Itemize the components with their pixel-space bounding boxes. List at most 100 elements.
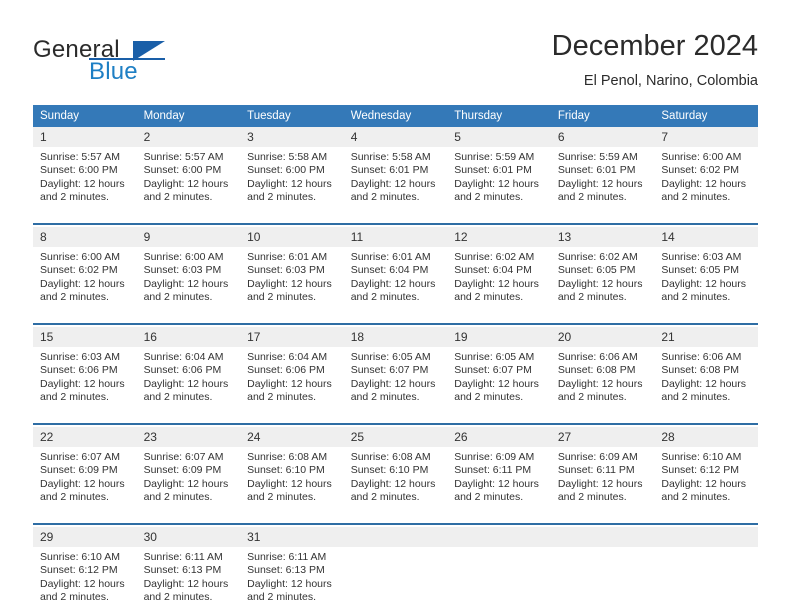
day-daylight1-text: Daylight: 12 hours [350, 177, 436, 190]
day-daylight1-text: Daylight: 12 hours [454, 477, 539, 490]
day-cell[interactable]: Sunrise: 6:00 AM Sunset: 6:02 PM Daylight:… [654, 147, 758, 213]
day-number-empty [447, 527, 551, 547]
day-daylight1-text: Daylight: 12 hours [143, 577, 229, 590]
day-number[interactable]: 26 [447, 427, 551, 447]
day-cell-empty [447, 547, 551, 613]
day-daylight1-text: Daylight: 12 hours [143, 277, 229, 290]
day-number[interactable]: 10 [240, 227, 344, 247]
calendar-page: General Blue December 2024 El Penol, Nar… [0, 0, 792, 613]
day-number[interactable]: 23 [136, 427, 241, 447]
day-cell[interactable]: Sunrise: 6:08 AM Sunset: 6:10 PM Daylight:… [343, 447, 448, 513]
day-cell[interactable]: Sunrise: 6:05 AM Sunset: 6:07 PM Daylight:… [343, 347, 448, 413]
day-daylight2-text: and 2 minutes. [557, 291, 627, 304]
day-daylight1-text: Daylight: 12 hours [557, 377, 643, 390]
day-number[interactable]: 13 [550, 227, 655, 247]
day-cell[interactable]: Sunrise: 6:03 AM Sunset: 6:06 PM Daylight:… [33, 347, 137, 413]
day-cell[interactable]: Sunrise: 6:11 AM Sunset: 6:13 PM Daylight:… [136, 547, 241, 613]
day-number[interactable]: 21 [654, 327, 758, 347]
day-daylight1-text: Daylight: 12 hours [661, 377, 747, 390]
day-sunrise-text: Sunrise: 5:59 AM [557, 151, 638, 163]
day-cell-empty [550, 547, 655, 613]
day-cell[interactable]: Sunrise: 6:09 AM Sunset: 6:11 PM Daylight:… [447, 447, 551, 513]
day-detail-row: Sunrise: 6:10 AM Sunset: 6:12 PM Daylight:… [33, 547, 758, 613]
week-gap-cell [447, 513, 551, 524]
day-number[interactable]: 20 [550, 327, 655, 347]
day-cell[interactable]: Sunrise: 5:59 AM Sunset: 6:01 PM Daylight:… [550, 147, 655, 213]
day-cell[interactable]: Sunrise: 6:01 AM Sunset: 6:04 PM Daylight:… [343, 247, 448, 313]
day-daylight2-text: and 2 minutes. [454, 491, 524, 504]
day-detail-row: Sunrise: 6:00 AM Sunset: 6:02 PM Daylight:… [33, 247, 758, 313]
day-sunrise-text: Sunrise: 6:09 AM [557, 451, 638, 463]
day-cell[interactable]: Sunrise: 6:11 AM Sunset: 6:13 PM Daylight:… [240, 547, 344, 613]
day-sunset-text: Sunset: 6:02 PM [661, 164, 740, 177]
week-gap-cell [33, 313, 137, 324]
day-number[interactable]: 6 [550, 127, 655, 147]
day-number[interactable]: 1 [33, 127, 137, 147]
day-sunset-text: Sunset: 6:04 PM [454, 264, 532, 277]
day-cell[interactable]: Sunrise: 6:10 AM Sunset: 6:12 PM Daylight:… [654, 447, 758, 513]
day-sunset-text: Sunset: 6:12 PM [40, 564, 118, 577]
day-cell[interactable]: Sunrise: 6:06 AM Sunset: 6:08 PM Daylight:… [654, 347, 758, 413]
day-cell[interactable]: Sunrise: 6:09 AM Sunset: 6:11 PM Daylight:… [550, 447, 655, 513]
day-number[interactable]: 17 [240, 327, 344, 347]
day-number[interactable]: 31 [240, 527, 344, 547]
day-cell[interactable]: Sunrise: 6:00 AM Sunset: 6:02 PM Daylight:… [33, 247, 137, 313]
day-number[interactable]: 30 [136, 527, 241, 547]
day-cell[interactable]: Sunrise: 6:06 AM Sunset: 6:08 PM Daylight:… [550, 347, 655, 413]
day-number-empty [654, 527, 758, 547]
day-number[interactable]: 24 [240, 427, 344, 447]
day-daylight2-text: and 2 minutes. [350, 191, 420, 204]
day-cell[interactable]: Sunrise: 5:57 AM Sunset: 6:00 PM Daylight:… [136, 147, 241, 213]
day-cell[interactable]: Sunrise: 6:01 AM Sunset: 6:03 PM Daylight:… [240, 247, 344, 313]
day-number[interactable]: 15 [33, 327, 137, 347]
day-number[interactable]: 11 [343, 227, 448, 247]
day-cell[interactable]: Sunrise: 5:58 AM Sunset: 6:01 PM Daylight:… [343, 147, 448, 213]
day-number[interactable]: 9 [136, 227, 241, 247]
day-number[interactable]: 28 [654, 427, 758, 447]
day-number[interactable]: 16 [136, 327, 241, 347]
day-number[interactable]: 8 [33, 227, 137, 247]
day-cell[interactable]: Sunrise: 5:58 AM Sunset: 6:00 PM Daylight:… [240, 147, 344, 213]
day-number[interactable]: 14 [654, 227, 758, 247]
day-cell[interactable]: Sunrise: 5:57 AM Sunset: 6:00 PM Daylight:… [33, 147, 137, 213]
day-cell-empty [343, 547, 448, 613]
day-number[interactable]: 7 [654, 127, 758, 147]
day-daylight2-text: and 2 minutes. [350, 491, 420, 504]
day-cell[interactable]: Sunrise: 6:04 AM Sunset: 6:06 PM Daylight:… [136, 347, 241, 413]
day-number[interactable]: 4 [343, 127, 448, 147]
day-cell[interactable]: Sunrise: 6:03 AM Sunset: 6:05 PM Daylight:… [654, 247, 758, 313]
day-number[interactable]: 5 [447, 127, 551, 147]
day-sunrise-text: Sunrise: 6:00 AM [661, 151, 742, 163]
day-cell[interactable]: Sunrise: 6:07 AM Sunset: 6:09 PM Daylight:… [136, 447, 241, 513]
day-cell[interactable]: Sunrise: 6:00 AM Sunset: 6:03 PM Daylight:… [136, 247, 241, 313]
day-sunrise-text: Sunrise: 6:08 AM [350, 451, 431, 463]
day-daylight2-text: and 2 minutes. [557, 491, 627, 504]
day-daylight1-text: Daylight: 12 hours [247, 577, 332, 590]
week-gap-cell [343, 413, 448, 424]
day-number[interactable]: 3 [240, 127, 344, 147]
day-number[interactable]: 2 [136, 127, 241, 147]
day-cell[interactable]: Sunrise: 6:04 AM Sunset: 6:06 PM Daylight:… [240, 347, 344, 413]
day-number[interactable]: 18 [343, 327, 448, 347]
day-daylight1-text: Daylight: 12 hours [557, 277, 643, 290]
day-number[interactable]: 29 [33, 527, 137, 547]
day-cell[interactable]: Sunrise: 6:02 AM Sunset: 6:04 PM Daylight:… [447, 247, 551, 313]
day-number[interactable]: 22 [33, 427, 137, 447]
day-number[interactable]: 25 [343, 427, 448, 447]
day-number[interactable]: 12 [447, 227, 551, 247]
day-cell[interactable]: Sunrise: 5:59 AM Sunset: 6:01 PM Daylight:… [447, 147, 551, 213]
general-blue-logo[interactable]: General Blue [33, 36, 233, 92]
day-cell[interactable]: Sunrise: 6:08 AM Sunset: 6:10 PM Daylight:… [240, 447, 344, 513]
day-cell[interactable]: Sunrise: 6:07 AM Sunset: 6:09 PM Daylight:… [33, 447, 137, 513]
day-sunset-text: Sunset: 6:11 PM [557, 464, 635, 477]
day-sunrise-text: Sunrise: 6:02 AM [557, 251, 638, 263]
day-cell[interactable]: Sunrise: 6:05 AM Sunset: 6:07 PM Daylight:… [447, 347, 551, 413]
week-gap-cell [654, 513, 758, 524]
day-number[interactable]: 19 [447, 327, 551, 347]
week-gap-cell [240, 313, 344, 324]
day-number[interactable]: 27 [550, 427, 655, 447]
day-cell[interactable]: Sunrise: 6:02 AM Sunset: 6:05 PM Daylight:… [550, 247, 655, 313]
day-daylight2-text: and 2 minutes. [661, 491, 731, 504]
weekday-header-thursday: Thursday [447, 105, 551, 127]
day-cell[interactable]: Sunrise: 6:10 AM Sunset: 6:12 PM Daylight:… [33, 547, 137, 613]
